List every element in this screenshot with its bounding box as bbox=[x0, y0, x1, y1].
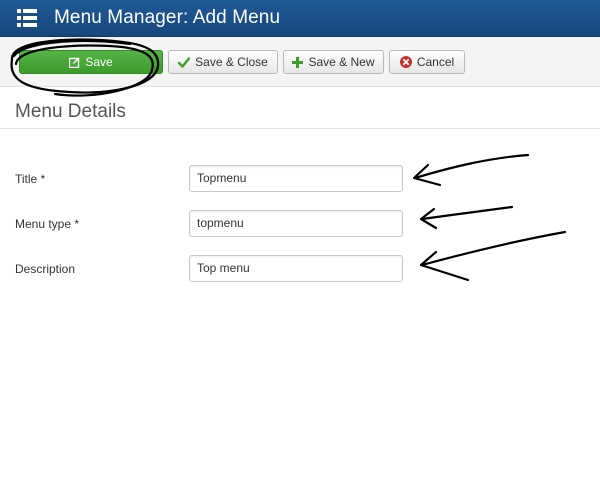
section-title: Menu Details bbox=[15, 101, 126, 122]
arrow-title-annotation bbox=[412, 153, 530, 187]
save-new-button-label: Save & New bbox=[308, 55, 375, 69]
save-close-button[interactable]: Save & Close bbox=[168, 50, 278, 74]
description-field[interactable]: Top menu bbox=[189, 255, 403, 282]
list-menu-icon[interactable] bbox=[17, 9, 37, 27]
page-title: Menu Manager: Add Menu bbox=[54, 7, 281, 28]
menu-type-field[interactable]: topmenu bbox=[189, 210, 403, 237]
plus-icon bbox=[292, 56, 304, 68]
arrow-menu-type-annotation bbox=[419, 205, 514, 230]
check-icon bbox=[178, 56, 191, 68]
title-label: Title * bbox=[15, 172, 46, 186]
save-button[interactable]: Save bbox=[19, 50, 163, 74]
divider bbox=[0, 128, 600, 129]
toolbar: Save Save & Close Save & New Cancel bbox=[0, 37, 600, 87]
cancel-button[interactable]: Cancel bbox=[389, 50, 465, 74]
menu-type-label: Menu type * bbox=[15, 217, 80, 231]
arrow-description-annotation bbox=[419, 230, 567, 282]
save-new-button[interactable]: Save & New bbox=[283, 50, 384, 74]
cancel-button-label: Cancel bbox=[416, 55, 455, 69]
page-header: Menu Manager: Add Menu bbox=[0, 0, 600, 37]
edit-icon bbox=[69, 57, 80, 68]
description-label: Description bbox=[15, 262, 76, 276]
save-close-button-label: Save & Close bbox=[195, 55, 268, 69]
title-field[interactable]: Topmenu bbox=[189, 165, 403, 192]
save-button-label: Save bbox=[85, 55, 113, 69]
cancel-circle-icon bbox=[399, 56, 412, 68]
